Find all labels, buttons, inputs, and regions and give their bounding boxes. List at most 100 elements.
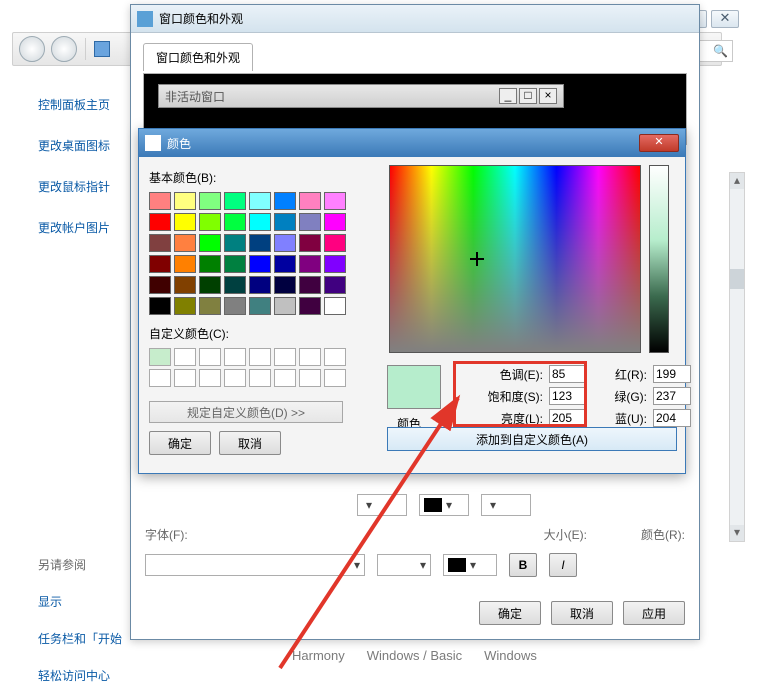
basic-color-swatch[interactable] <box>149 192 171 210</box>
footer-theme-3[interactable]: Windows <box>484 648 537 663</box>
basic-color-swatch[interactable] <box>199 276 221 294</box>
lum-input[interactable] <box>549 409 587 427</box>
scroll-up-button[interactable]: ▴ <box>730 173 744 189</box>
custom-color-slot[interactable] <box>249 369 271 387</box>
basic-color-swatch[interactable] <box>299 276 321 294</box>
green-input[interactable] <box>653 387 691 405</box>
basic-color-swatch[interactable] <box>174 297 196 315</box>
ok-button[interactable]: 确定 <box>149 431 211 455</box>
see-also-ease[interactable]: 轻松访问中心 <box>38 667 158 684</box>
basic-color-swatch[interactable] <box>149 213 171 231</box>
basic-color-swatch[interactable] <box>199 192 221 210</box>
basic-color-swatch[interactable] <box>199 297 221 315</box>
custom-color-slot[interactable] <box>249 348 271 366</box>
define-custom-button[interactable]: 规定自定义颜色(D) >> <box>149 401 343 423</box>
basic-color-swatch[interactable] <box>224 297 246 315</box>
custom-color-slot[interactable] <box>274 348 296 366</box>
appearance-titlebar[interactable]: 窗口颜色和外观 <box>131 5 699 33</box>
forward-button[interactable] <box>51 36 77 62</box>
basic-color-swatch[interactable] <box>174 213 196 231</box>
basic-color-swatch[interactable] <box>324 234 346 252</box>
basic-color-swatch[interactable] <box>224 192 246 210</box>
basic-color-swatch[interactable] <box>174 255 196 273</box>
color-picker-titlebar[interactable]: 颜色 ✕ <box>139 129 685 157</box>
basic-color-swatch[interactable] <box>249 276 271 294</box>
basic-color-swatch[interactable] <box>149 234 171 252</box>
apply-button[interactable]: 应用 <box>623 601 685 625</box>
scroll-down-button[interactable]: ▾ <box>730 525 744 541</box>
scroll-thumb[interactable] <box>730 269 744 289</box>
size-dropdown-1[interactable]: ▾ <box>357 494 407 516</box>
basic-color-swatch[interactable] <box>199 234 221 252</box>
custom-color-slot[interactable] <box>149 348 171 366</box>
color2-dropdown[interactable]: ▾ <box>481 494 531 516</box>
basic-color-swatch[interactable] <box>299 297 321 315</box>
blue-input[interactable] <box>653 409 691 427</box>
custom-color-slot[interactable] <box>324 348 346 366</box>
custom-color-slot[interactable] <box>299 369 321 387</box>
basic-color-swatch[interactable] <box>174 192 196 210</box>
basic-color-swatch[interactable] <box>174 276 196 294</box>
basic-color-swatch[interactable] <box>224 276 246 294</box>
custom-color-slot[interactable] <box>274 369 296 387</box>
basic-color-swatch[interactable] <box>274 213 296 231</box>
back-button[interactable] <box>19 36 45 62</box>
tab-appearance[interactable]: 窗口颜色和外观 <box>143 43 253 71</box>
hue-input[interactable] <box>549 365 587 383</box>
italic-button[interactable]: I <box>549 553 577 577</box>
color1-dropdown[interactable]: ▾ <box>419 494 469 516</box>
custom-color-slot[interactable] <box>324 369 346 387</box>
basic-color-swatch[interactable] <box>324 297 346 315</box>
luminance-slider[interactable] <box>649 165 669 353</box>
basic-color-swatch[interactable] <box>299 255 321 273</box>
custom-color-slot[interactable] <box>224 369 246 387</box>
close-button[interactable]: ✕ <box>639 134 679 152</box>
basic-color-swatch[interactable] <box>274 234 296 252</box>
bold-button[interactable]: B <box>509 553 537 577</box>
basic-color-swatch[interactable] <box>224 255 246 273</box>
close-button[interactable]: ✕ <box>711 10 739 28</box>
basic-color-swatch[interactable] <box>274 255 296 273</box>
basic-color-swatch[interactable] <box>324 276 346 294</box>
font-color-dropdown[interactable]: ▾ <box>443 554 497 576</box>
custom-color-slot[interactable] <box>174 348 196 366</box>
basic-color-swatch[interactable] <box>299 192 321 210</box>
sat-input[interactable] <box>549 387 587 405</box>
font-dropdown[interactable]: ▾ <box>145 554 365 576</box>
cancel-button[interactable]: 取消 <box>219 431 281 455</box>
footer-theme-1[interactable]: Harmony <box>292 648 345 663</box>
custom-color-slot[interactable] <box>299 348 321 366</box>
basic-color-swatch[interactable] <box>224 234 246 252</box>
custom-color-slot[interactable] <box>199 369 221 387</box>
basic-color-swatch[interactable] <box>199 255 221 273</box>
basic-color-swatch[interactable] <box>224 213 246 231</box>
cancel-button[interactable]: 取消 <box>551 601 613 625</box>
basic-color-swatch[interactable] <box>174 234 196 252</box>
basic-color-swatch[interactable] <box>249 192 271 210</box>
basic-color-swatch[interactable] <box>249 213 271 231</box>
custom-color-slot[interactable] <box>199 348 221 366</box>
red-input[interactable] <box>653 365 691 383</box>
basic-color-swatch[interactable] <box>149 276 171 294</box>
basic-color-swatch[interactable] <box>149 297 171 315</box>
basic-color-swatch[interactable] <box>199 213 221 231</box>
basic-color-swatch[interactable] <box>249 234 271 252</box>
basic-color-swatch[interactable] <box>274 192 296 210</box>
custom-color-slot[interactable] <box>224 348 246 366</box>
basic-color-swatch[interactable] <box>324 255 346 273</box>
vertical-scrollbar[interactable]: ▴ ▾ <box>729 172 745 542</box>
basic-color-swatch[interactable] <box>249 255 271 273</box>
basic-color-swatch[interactable] <box>274 276 296 294</box>
basic-color-swatch[interactable] <box>249 297 271 315</box>
add-to-custom-button[interactable]: 添加到自定义颜色(A) <box>387 427 677 451</box>
basic-color-swatch[interactable] <box>274 297 296 315</box>
ok-button[interactable]: 确定 <box>479 601 541 625</box>
footer-theme-2[interactable]: Windows / Basic <box>367 648 462 663</box>
basic-color-swatch[interactable] <box>299 213 321 231</box>
size-dropdown-2[interactable]: ▾ <box>377 554 431 576</box>
basic-color-swatch[interactable] <box>299 234 321 252</box>
basic-color-swatch[interactable] <box>324 192 346 210</box>
basic-color-swatch[interactable] <box>324 213 346 231</box>
custom-color-slot[interactable] <box>174 369 196 387</box>
custom-color-slot[interactable] <box>149 369 171 387</box>
